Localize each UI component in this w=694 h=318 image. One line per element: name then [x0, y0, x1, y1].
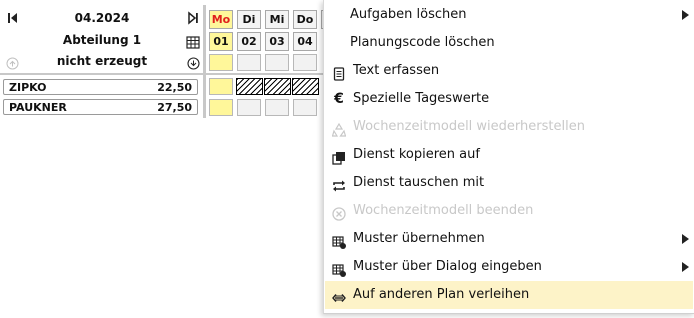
- submenu-arrow-icon: [682, 10, 689, 20]
- status-label: nicht erzeugt: [56, 54, 148, 68]
- date-header-01[interactable]: 01: [209, 32, 233, 51]
- document-icon: [332, 64, 346, 81]
- submenu-arrow-icon: [682, 234, 689, 244]
- schedule-cell[interactable]: [264, 78, 291, 95]
- menu-item-dienst-tauschen[interactable]: Dienst tauschen mit: [325, 169, 693, 197]
- next-page-icon[interactable]: [186, 11, 200, 25]
- schedule-cell[interactable]: [293, 99, 317, 116]
- menu-item-spezielle-tageswerte[interactable]: € Spezielle Tageswerte: [325, 85, 693, 113]
- menu-item-muster-uebernehmen[interactable]: Muster übernehmen: [325, 225, 693, 253]
- employee-name: PAUKNER: [9, 101, 67, 114]
- context-menu: Aufgaben löschen Planungscode löschen Te…: [323, 0, 694, 314]
- employee-name: ZIPKO: [9, 81, 47, 94]
- month-label: 04.2024: [74, 11, 130, 25]
- schedule-cell[interactable]: [265, 99, 289, 116]
- weekday-header-mi: Mi: [265, 10, 289, 29]
- menu-item-planungscode-loeschen[interactable]: Planungscode löschen: [325, 29, 693, 57]
- up-circle-icon: [6, 55, 19, 70]
- employee-row[interactable]: ZIPKO 22,50: [3, 79, 198, 95]
- department-label: Abteilung 1: [62, 33, 142, 47]
- header-divider: [0, 73, 323, 75]
- transfer-arrows-icon: [332, 288, 346, 302]
- copy-icon: [332, 148, 346, 165]
- schedule-cell[interactable]: [236, 78, 263, 95]
- panel-divider: [203, 5, 206, 118]
- status-cell[interactable]: [237, 54, 261, 71]
- euro-icon: €: [334, 91, 344, 107]
- employee-hours: 27,50: [157, 101, 192, 114]
- schedule-cell[interactable]: [292, 78, 319, 95]
- cancel-circle-icon: [332, 204, 346, 221]
- pattern-icon: [332, 260, 346, 277]
- first-page-icon[interactable]: [5, 11, 19, 25]
- status-cell[interactable]: [293, 54, 317, 71]
- menu-item-dienst-kopieren[interactable]: Dienst kopieren auf: [325, 141, 693, 169]
- schedule-cell[interactable]: [237, 99, 261, 116]
- menu-item-muster-dialog[interactable]: Muster über Dialog eingeben: [325, 253, 693, 281]
- menu-item-auf-anderen-plan-verleihen[interactable]: Auf anderen Plan verleihen: [325, 281, 693, 309]
- menu-item-aufgaben-loeschen[interactable]: Aufgaben löschen: [325, 1, 693, 29]
- submenu-arrow-icon: [682, 262, 689, 272]
- down-circle-icon[interactable]: [187, 55, 200, 70]
- schedule-cell[interactable]: [209, 78, 233, 95]
- weekday-header-mo: Mo: [209, 10, 233, 29]
- employee-hours: 22,50: [157, 81, 192, 94]
- menu-item-wochenzeitmodell-beenden[interactable]: Wochenzeitmodell beenden: [325, 197, 693, 225]
- status-cell[interactable]: [265, 54, 289, 71]
- weekday-header-di: Di: [237, 10, 261, 29]
- pattern-icon: [332, 232, 346, 249]
- date-header-02[interactable]: 02: [237, 32, 261, 51]
- recycle-icon: [331, 120, 347, 137]
- schedule-cell[interactable]: [209, 99, 233, 116]
- employee-row[interactable]: PAUKNER 27,50: [3, 99, 198, 115]
- weekday-header-do: Do: [293, 10, 317, 29]
- date-header-03[interactable]: 03: [265, 32, 289, 51]
- swap-icon: [332, 176, 346, 192]
- status-cell[interactable]: [209, 54, 233, 71]
- menu-item-wochenzeitmodell-wiederherstellen[interactable]: Wochenzeitmodell wiederherstellen: [325, 113, 693, 141]
- calendar-grid-icon[interactable]: [186, 34, 200, 49]
- date-header-04[interactable]: 04: [293, 32, 317, 51]
- menu-item-text-erfassen[interactable]: Text erfassen: [325, 57, 693, 85]
